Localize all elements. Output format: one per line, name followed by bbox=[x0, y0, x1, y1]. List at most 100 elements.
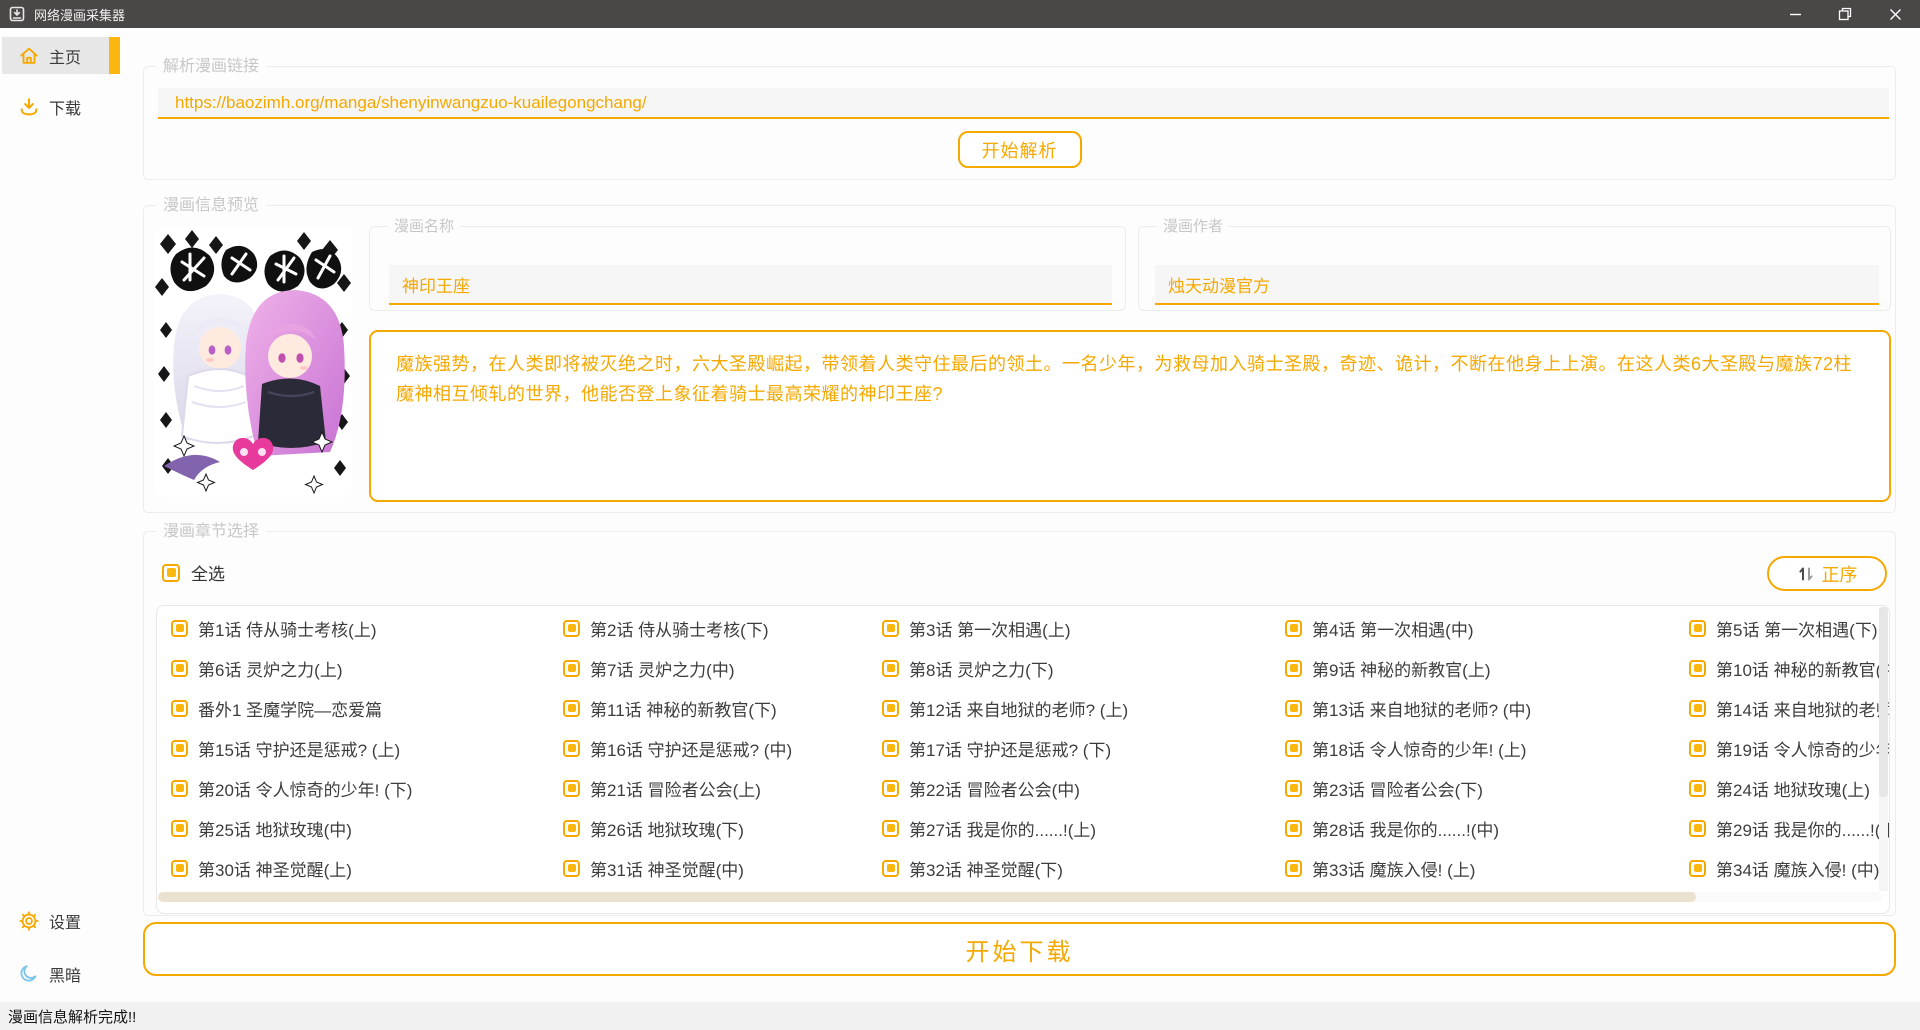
chapter-item[interactable]: 第2话 侍从骑士考核(下) bbox=[563, 616, 882, 641]
chapter-checkbox-checked[interactable] bbox=[882, 659, 899, 677]
select-all-toggle[interactable]: 全选 bbox=[162, 560, 225, 585]
chapter-item[interactable]: 第33话 魔族入侵! (上) bbox=[1285, 856, 1689, 881]
chapter-checkbox-checked[interactable] bbox=[1285, 659, 1302, 677]
chapter-checkbox-checked[interactable] bbox=[563, 779, 580, 797]
sidebar-item-download[interactable]: 下载 bbox=[2, 88, 120, 125]
manga-author-input[interactable] bbox=[1155, 265, 1879, 305]
chapter-checkbox-checked[interactable] bbox=[882, 739, 899, 757]
chapter-item[interactable]: 第20话 令人惊奇的少年! (下) bbox=[171, 776, 563, 801]
sort-order-button[interactable]: 正序 bbox=[1767, 556, 1887, 591]
chapter-checkbox-checked[interactable] bbox=[1285, 619, 1302, 637]
chapter-item[interactable]: 第9话 神秘的新教官(上) bbox=[1285, 656, 1689, 681]
chapter-checkbox-checked[interactable] bbox=[1689, 619, 1706, 637]
chapter-checkbox-checked[interactable] bbox=[882, 859, 899, 877]
chapter-checkbox-checked[interactable] bbox=[171, 859, 188, 877]
chapter-checkbox-checked[interactable] bbox=[1285, 739, 1302, 757]
chapter-item[interactable]: 第16话 守护还是惩戒? (中) bbox=[563, 736, 882, 761]
chapter-checkbox-checked[interactable] bbox=[171, 779, 188, 797]
chapter-checkbox-checked[interactable] bbox=[1689, 779, 1706, 797]
chapter-label: 番外1 圣魔学院—恋爱篇 bbox=[198, 700, 383, 720]
chapter-checkbox-checked[interactable] bbox=[1285, 819, 1302, 837]
chapter-item[interactable]: 第25话 地狱玫瑰(中) bbox=[171, 816, 563, 841]
chapter-item[interactable]: 第26话 地狱玫瑰(下) bbox=[563, 816, 882, 841]
select-all-checkbox-checked[interactable] bbox=[162, 563, 180, 582]
chapter-item[interactable]: 第29话 我是你的......!(下) bbox=[1689, 816, 1889, 841]
chapter-item[interactable]: 第1话 侍从骑士考核(上) bbox=[171, 616, 563, 641]
maximize-restore-icon bbox=[1838, 7, 1852, 21]
chapter-checkbox-checked[interactable] bbox=[882, 619, 899, 637]
chapter-item[interactable]: 第8话 灵炉之力(下) bbox=[882, 656, 1285, 681]
minimize-button[interactable] bbox=[1770, 0, 1820, 28]
vertical-scrollbar-thumb[interactable] bbox=[1879, 607, 1888, 797]
chapter-checkbox-checked[interactable] bbox=[563, 659, 580, 677]
chapter-checkbox-checked[interactable] bbox=[563, 859, 580, 877]
chapter-checkbox-checked[interactable] bbox=[171, 699, 188, 717]
chapter-item[interactable]: 第5话 第一次相遇(下) bbox=[1689, 616, 1889, 641]
chapter-item[interactable]: 第23话 冒险者公会(下) bbox=[1285, 776, 1689, 801]
chapter-item[interactable]: 第22话 冒险者公会(中) bbox=[882, 776, 1285, 801]
chapter-label: 第5话 第一次相遇(下) bbox=[1716, 620, 1878, 640]
chapter-checkbox-checked[interactable] bbox=[171, 659, 188, 677]
sidebar-item-label: 下载 bbox=[49, 100, 82, 118]
chapter-item[interactable]: 第19话 令人惊奇的少年! (中) bbox=[1689, 736, 1889, 761]
chapter-checkbox-checked[interactable] bbox=[1689, 739, 1706, 757]
chapter-checkbox-checked[interactable] bbox=[563, 619, 580, 637]
chapter-checkbox-checked[interactable] bbox=[1689, 699, 1706, 717]
start-download-button[interactable]: 开始下载 bbox=[143, 922, 1896, 976]
close-button[interactable] bbox=[1870, 0, 1920, 28]
chapter-item[interactable]: 第31话 神圣觉醒(中) bbox=[563, 856, 882, 881]
chapter-item[interactable]: 第30话 神圣觉醒(上) bbox=[171, 856, 563, 881]
chapter-item[interactable]: 第11话 神秘的新教官(下) bbox=[563, 696, 882, 721]
chapter-item[interactable]: 第3话 第一次相遇(上) bbox=[882, 616, 1285, 641]
chapter-label: 第24话 地狱玫瑰(上) bbox=[1716, 780, 1870, 800]
chapter-checkbox-checked[interactable] bbox=[563, 739, 580, 757]
chapter-label: 第31话 神圣觉醒(中) bbox=[590, 860, 744, 880]
chapter-item[interactable]: 番外1 圣魔学院—恋爱篇 bbox=[171, 696, 563, 721]
horizontal-scrollbar[interactable] bbox=[158, 892, 1882, 902]
chapter-checkbox-checked[interactable] bbox=[1285, 699, 1302, 717]
chapter-checkbox-checked[interactable] bbox=[1285, 779, 1302, 797]
parse-button[interactable]: 开始解析 bbox=[957, 131, 1082, 168]
chapter-item[interactable]: 第27话 我是你的......!(上) bbox=[882, 816, 1285, 841]
vertical-scrollbar[interactable] bbox=[1879, 607, 1888, 891]
chapter-item[interactable]: 第7话 灵炉之力(中) bbox=[563, 656, 882, 681]
horizontal-scrollbar-thumb[interactable] bbox=[158, 892, 1696, 902]
chapter-item[interactable]: 第24话 地狱玫瑰(上) bbox=[1689, 776, 1889, 801]
chapter-label: 第22话 冒险者公会(中) bbox=[909, 780, 1080, 800]
chapter-item[interactable]: 第34话 魔族入侵! (中) bbox=[1689, 856, 1889, 881]
chapter-checkbox-checked[interactable] bbox=[171, 739, 188, 757]
manga-description[interactable]: 魔族强势，在人类即将被灭绝之时，六大圣殿崛起，带领着人类守住最后的领土。一名少年… bbox=[369, 330, 1891, 502]
chapter-checkbox-checked[interactable] bbox=[882, 699, 899, 717]
chapter-item[interactable]: 第17话 守护还是惩戒? (下) bbox=[882, 736, 1285, 761]
chapter-item[interactable]: 第21话 冒险者公会(上) bbox=[563, 776, 882, 801]
chapter-item[interactable]: 第14话 来自地狱的老师? (下) bbox=[1689, 696, 1889, 721]
chapter-checkbox-checked[interactable] bbox=[1285, 859, 1302, 877]
select-all-label: 全选 bbox=[191, 565, 225, 584]
chapter-checkbox-checked[interactable] bbox=[1689, 819, 1706, 837]
chapter-checkbox-checked[interactable] bbox=[1689, 859, 1706, 877]
maximize-button[interactable] bbox=[1820, 0, 1870, 28]
sidebar-item-darkmode[interactable]: 黑暗 bbox=[2, 955, 120, 992]
parse-link-legend: 解析漫画链接 bbox=[156, 57, 267, 77]
chapter-checkbox-checked[interactable] bbox=[563, 699, 580, 717]
chapter-item[interactable]: 第10话 神秘的新教官(中) bbox=[1689, 656, 1889, 681]
chapter-item[interactable]: 第6话 灵炉之力(上) bbox=[171, 656, 563, 681]
chapter-label: 第21话 冒险者公会(上) bbox=[590, 780, 761, 800]
chapter-item[interactable]: 第4话 第一次相遇(中) bbox=[1285, 616, 1689, 641]
sidebar-item-home[interactable]: 主页 bbox=[2, 37, 120, 74]
chapter-checkbox-checked[interactable] bbox=[563, 819, 580, 837]
chapter-checkbox-checked[interactable] bbox=[1689, 659, 1706, 677]
chapter-checkbox-checked[interactable] bbox=[171, 819, 188, 837]
chapter-checkbox-checked[interactable] bbox=[171, 619, 188, 637]
chapter-item[interactable]: 第13话 来自地狱的老师? (中) bbox=[1285, 696, 1689, 721]
chapter-item[interactable]: 第32话 神圣觉醒(下) bbox=[882, 856, 1285, 881]
chapter-item[interactable]: 第15话 守护还是惩戒? (上) bbox=[171, 736, 563, 761]
manga-name-input[interactable] bbox=[389, 265, 1112, 305]
chapter-item[interactable]: 第28话 我是你的......!(中) bbox=[1285, 816, 1689, 841]
chapter-item[interactable]: 第12话 来自地狱的老师? (上) bbox=[882, 696, 1285, 721]
manga-url-input[interactable] bbox=[158, 88, 1889, 119]
chapter-checkbox-checked[interactable] bbox=[882, 779, 899, 797]
sidebar-item-settings[interactable]: 设置 bbox=[2, 902, 120, 939]
chapter-checkbox-checked[interactable] bbox=[882, 819, 899, 837]
chapter-item[interactable]: 第18话 令人惊奇的少年! (上) bbox=[1285, 736, 1689, 761]
